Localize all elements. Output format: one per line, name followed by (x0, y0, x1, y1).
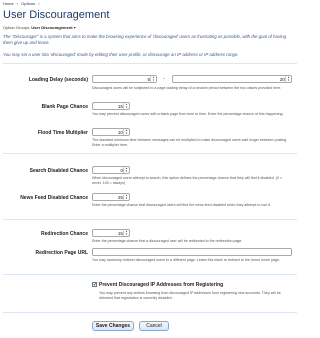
redirection-url-label: Redirection Page URL (35, 250, 88, 256)
news-feed-help: Enter the percentage chance that discour… (92, 203, 271, 207)
divider (3, 219, 297, 220)
news-feed-label: News Feed Disabled Chance (20, 195, 88, 201)
flood-time-stepper[interactable]: 10 ▴ ▾ (92, 128, 130, 136)
stepper-arrows-icon[interactable]: ▴ ▾ (285, 76, 291, 82)
page-title: User Discouragement (3, 9, 110, 21)
stepper-arrows-icon[interactable]: ▴ ▾ (123, 194, 129, 200)
stepper-arrows-icon[interactable]: ▴ ▾ (123, 103, 129, 109)
breadcrumb-separator-icon: › (38, 1, 40, 6)
news-feed-stepper[interactable]: 25 ▴ ▾ (92, 193, 130, 201)
loading-delay-min-stepper[interactable]: 5 ▴ ▾ (92, 75, 157, 83)
search-disabled-help: When discouraged users attempt to search… (92, 176, 283, 185)
divider (3, 153, 297, 154)
search-disabled-label: Search Disabled Chance (29, 168, 88, 174)
redirection-stepper[interactable]: 15 ▴ ▾ (92, 229, 130, 237)
option-groups: Option Groups: User Discouragement ▾ (3, 25, 76, 30)
intro-text: The "Discourager" is a system that aims … (3, 34, 287, 45)
redirection-label: Redirection Chance (41, 231, 88, 237)
save-button[interactable]: Save Changes (92, 321, 134, 331)
breadcrumb-separator-icon: › (16, 1, 19, 6)
intro-text-2: You may set a user into 'discouraged' mo… (3, 52, 239, 57)
prevent-ip-checkbox[interactable]: ✔ (92, 282, 97, 288)
stepper-arrows-icon[interactable]: ▴ ▾ (150, 76, 156, 82)
stepper-arrows-icon[interactable]: ▴ ▾ (123, 230, 129, 236)
breadcrumb: Home › Options › (3, 1, 42, 6)
blank-page-stepper[interactable]: 15 ▴ ▾ (92, 102, 130, 110)
prevent-ip-help: You may prevent any visitors browsing fr… (99, 291, 281, 300)
flood-time-help: The standard minimum time between messag… (92, 138, 288, 147)
blank-page-label: Blank Page Chance (41, 104, 88, 110)
range-separator: - (163, 76, 165, 82)
stepper-arrows-icon[interactable]: ▴ ▾ (123, 167, 129, 173)
divider (3, 63, 297, 64)
blank-page-help: You may prevent discouraged users with a… (92, 112, 284, 116)
loading-delay-label: Loading Delay (seconds) (28, 77, 88, 83)
redirection-url-help: You may randomly redirect discouraged us… (92, 258, 280, 262)
option-groups-label: Option Groups: (3, 25, 31, 30)
loading-delay-max-stepper[interactable]: 20 ▴ ▾ (172, 75, 292, 83)
search-disabled-stepper[interactable]: 0 ▴ ▾ (92, 166, 130, 174)
option-groups-select[interactable]: User Discouragement (31, 25, 72, 30)
stepper-arrows-icon[interactable]: ▴ ▾ (123, 129, 129, 135)
prevent-ip-label[interactable]: Prevent Discouraged IP Addresses from Re… (99, 282, 223, 288)
divider (3, 312, 297, 313)
cancel-button[interactable]: Cancel (139, 321, 169, 331)
loading-delay-help: Discouraged users will be subjected to a… (92, 86, 282, 90)
divider (3, 274, 297, 275)
redirection-url-input[interactable] (92, 248, 292, 256)
redirection-help: Enter the percentage chance that a disco… (92, 239, 243, 243)
flood-time-label: Flood Time Multiplier (37, 130, 88, 136)
breadcrumb-home[interactable]: Home (3, 1, 14, 6)
breadcrumb-options[interactable]: Options (21, 1, 35, 6)
chevron-down-icon[interactable]: ▾ (74, 25, 76, 30)
